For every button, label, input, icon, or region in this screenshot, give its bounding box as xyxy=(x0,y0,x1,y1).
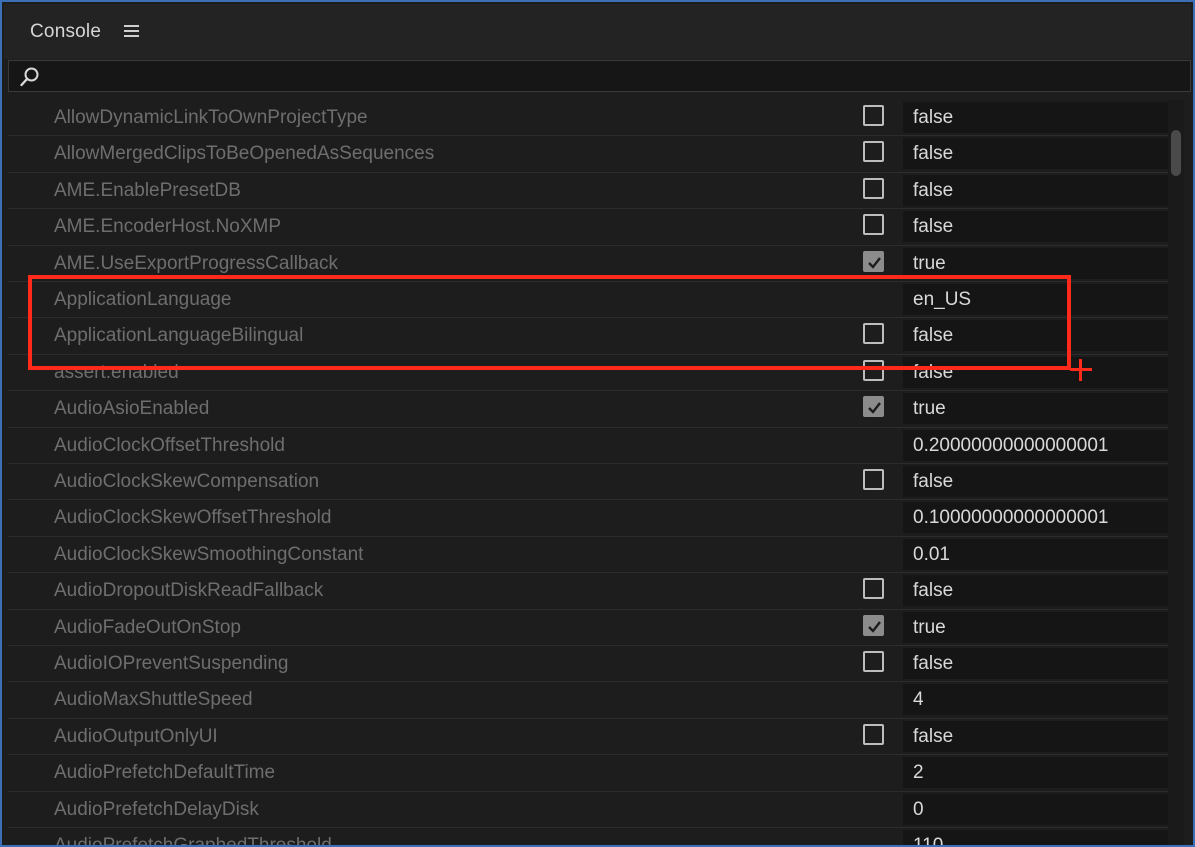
list-item[interactable]: AudioFadeOutOnStop true xyxy=(8,610,1171,646)
search-icon xyxy=(19,66,41,88)
list-item[interactable]: AME.EnablePresetDB false xyxy=(8,173,1171,210)
vertical-scrollbar[interactable] xyxy=(1168,100,1184,845)
setting-value-field[interactable]: en_US xyxy=(903,284,1171,315)
setting-name: AudioOutputOnlyUI xyxy=(54,725,218,747)
list-item[interactable]: AudioClockSkewOffsetThreshold 0.100000000… xyxy=(8,500,1171,537)
setting-name: assert.enabled xyxy=(54,361,179,383)
setting-name: AME.UseExportProgressCallback xyxy=(54,252,339,274)
checkbox-checked[interactable] xyxy=(863,614,884,636)
setting-value-field[interactable]: false xyxy=(903,211,1171,243)
list-item[interactable]: assert.enabled false xyxy=(8,355,1171,392)
checkbox-unchecked[interactable] xyxy=(863,141,884,163)
setting-name: AudioPrefetchGraphedThreshold xyxy=(54,835,332,845)
setting-value-field[interactable]: false xyxy=(903,356,1171,388)
checkbox-unchecked[interactable] xyxy=(863,578,884,600)
list-item[interactable]: AME.EncoderHost.NoXMP false xyxy=(8,209,1171,246)
setting-value-field[interactable]: false xyxy=(903,102,1171,133)
setting-value-field[interactable]: false xyxy=(903,320,1171,352)
list-item[interactable]: AME.UseExportProgressCallback true xyxy=(8,246,1171,282)
search-input[interactable] xyxy=(45,64,1169,90)
setting-value-field[interactable]: false xyxy=(903,648,1171,679)
checkbox-unchecked[interactable] xyxy=(863,469,884,490)
list-item[interactable]: AudioClockSkewSmoothingConstant 0.01 xyxy=(8,537,1171,574)
hamburger-menu-icon[interactable] xyxy=(124,23,140,39)
checkbox-checked[interactable] xyxy=(863,396,884,418)
list-item[interactable]: AudioPrefetchGraphedThreshold 110 xyxy=(8,828,1171,845)
list-item[interactable]: AudioAsioEnabled true xyxy=(8,391,1171,428)
panel-header: Console xyxy=(4,4,1191,59)
console-settings-list: AllowDynamicLinkToOwnProjectType false All… xyxy=(8,100,1191,845)
scrollbar-thumb[interactable] xyxy=(1171,130,1181,176)
setting-name: AudioClockSkewSmoothingConstant xyxy=(54,543,364,565)
search-bar xyxy=(8,60,1191,92)
setting-value-field[interactable]: true xyxy=(903,611,1171,643)
setting-value-field[interactable]: false xyxy=(903,466,1171,497)
checkmark-icon xyxy=(868,402,881,414)
setting-value-field[interactable]: false xyxy=(903,575,1171,607)
setting-name: AudioDropoutDiskReadFallback xyxy=(54,580,324,602)
setting-value-field[interactable]: 0 xyxy=(903,793,1171,825)
checkbox-unchecked[interactable] xyxy=(863,723,884,745)
setting-value-field[interactable]: true xyxy=(903,247,1171,279)
list-item[interactable]: AudioClockSkewCompensation false xyxy=(8,464,1171,501)
setting-value-field[interactable]: true xyxy=(903,393,1171,425)
setting-name: AudioPrefetchDefaultTime xyxy=(54,762,276,784)
list-item[interactable]: ApplicationLanguage en_US xyxy=(8,282,1171,319)
setting-value-field[interactable]: false xyxy=(903,720,1171,752)
setting-value-field[interactable]: 0.20000000000000001 xyxy=(903,429,1171,461)
setting-name: AudioFadeOutOnStop xyxy=(54,616,241,638)
setting-name: AudioIOPreventSuspending xyxy=(54,653,289,674)
list-item[interactable]: AllowMergedClipsToBeOpenedAsSequences fal… xyxy=(8,136,1171,173)
list-item[interactable]: AudioPrefetchDelayDisk 0 xyxy=(8,792,1171,828)
setting-name: AudioClockOffsetThreshold xyxy=(54,434,285,456)
panel-title: Console xyxy=(30,21,102,42)
list-item[interactable]: AllowDynamicLinkToOwnProjectType false xyxy=(8,100,1171,137)
checkbox-checked[interactable] xyxy=(863,250,884,272)
setting-name: AME.EnablePresetDB xyxy=(54,179,241,201)
list-item[interactable]: AudioMaxShuttleSpeed 4 xyxy=(8,682,1171,719)
setting-value-field[interactable]: 2 xyxy=(903,757,1171,789)
setting-value-field[interactable]: 110 xyxy=(903,830,1171,845)
setting-name: ApplicationLanguage xyxy=(54,289,232,310)
list-item[interactable]: ApplicationLanguageBilingual false xyxy=(8,318,1171,355)
setting-name: AudioPrefetchDelayDisk xyxy=(54,798,259,820)
setting-name: AudioAsioEnabled xyxy=(54,398,210,420)
setting-value-field[interactable]: false xyxy=(903,138,1171,170)
setting-value-field[interactable]: 0.10000000000000001 xyxy=(903,502,1171,534)
list-item[interactable]: AudioDropoutDiskReadFallback false xyxy=(8,573,1171,610)
setting-value-field[interactable]: false xyxy=(903,174,1171,206)
setting-value-field[interactable]: 4 xyxy=(903,684,1171,716)
setting-name: AudioMaxShuttleSpeed xyxy=(54,689,253,711)
setting-name: AllowDynamicLinkToOwnProjectType xyxy=(54,107,368,128)
checkbox-unchecked[interactable] xyxy=(863,105,884,126)
checkbox-unchecked[interactable] xyxy=(863,214,884,236)
list-item[interactable]: AudioOutputOnlyUI false xyxy=(8,719,1171,756)
checkbox-unchecked[interactable] xyxy=(863,651,884,672)
checkbox-unchecked[interactable] xyxy=(863,323,884,345)
list-item[interactable]: AudioClockOffsetThreshold 0.2000000000000… xyxy=(8,428,1171,464)
setting-name: AudioClockSkewOffsetThreshold xyxy=(54,507,332,529)
checkbox-unchecked[interactable] xyxy=(863,177,884,199)
setting-name: AME.EncoderHost.NoXMP xyxy=(54,216,282,238)
console-window: Console AllowDynamicLinkToOwnProjectType… xyxy=(0,0,1195,847)
checkmark-icon xyxy=(868,256,881,269)
setting-name: AllowMergedClipsToBeOpenedAsSequences xyxy=(54,143,435,165)
list-item[interactable]: AudioIOPreventSuspending false xyxy=(8,646,1171,683)
checkmark-icon xyxy=(868,620,881,633)
list-item[interactable]: AudioPrefetchDefaultTime 2 xyxy=(8,755,1171,792)
setting-name: ApplicationLanguageBilingual xyxy=(54,325,304,347)
setting-name: AudioClockSkewCompensation xyxy=(54,471,320,492)
checkbox-unchecked[interactable] xyxy=(863,359,884,381)
setting-value-field[interactable]: 0.01 xyxy=(903,538,1171,570)
